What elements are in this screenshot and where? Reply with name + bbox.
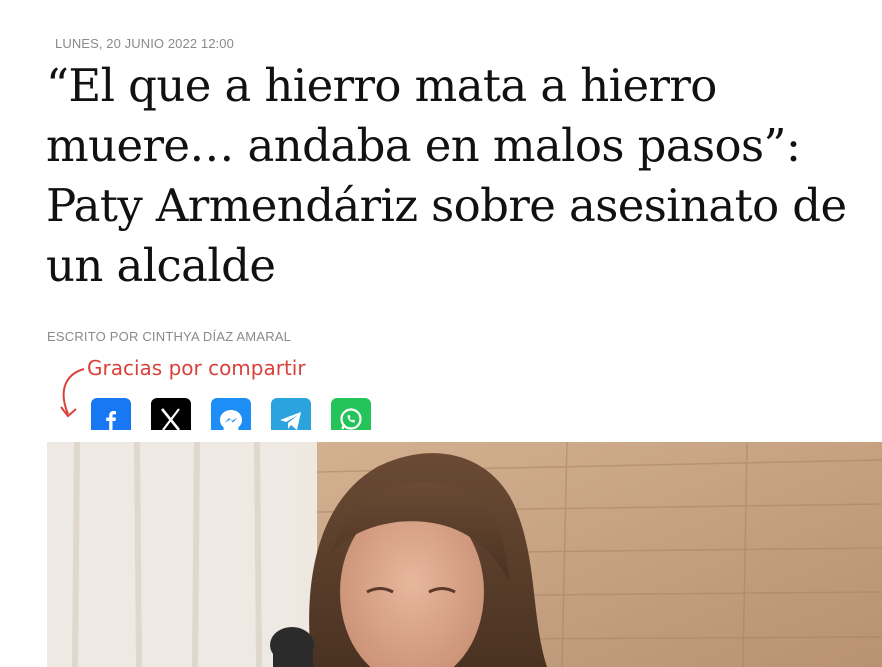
- share-label: Gracias por compartir: [87, 356, 306, 380]
- messenger-icon: [220, 410, 242, 430]
- facebook-icon: [106, 411, 116, 430]
- share-x-button[interactable]: [151, 398, 191, 430]
- curved-arrow-icon: [60, 368, 85, 418]
- article-date: LUNES, 20 JUNIO 2022 12:00: [55, 36, 234, 51]
- share-whatsapp-button[interactable]: [331, 398, 371, 430]
- share-facebook-button[interactable]: [91, 398, 131, 430]
- telegram-icon: [280, 412, 301, 430]
- share-buttons: [91, 398, 371, 430]
- share-telegram-button[interactable]: [271, 398, 311, 430]
- hero-photo: [47, 442, 882, 667]
- x-icon: [160, 408, 181, 430]
- article-headline: “El que a hierro mata a hierro muere… an…: [46, 59, 847, 292]
- whatsapp-icon: [340, 408, 362, 430]
- share-messenger-button[interactable]: [211, 398, 251, 430]
- hero-image: [47, 442, 882, 667]
- article-author: ESCRITO POR CINTHYA DÍAZ AMARAL: [47, 329, 292, 344]
